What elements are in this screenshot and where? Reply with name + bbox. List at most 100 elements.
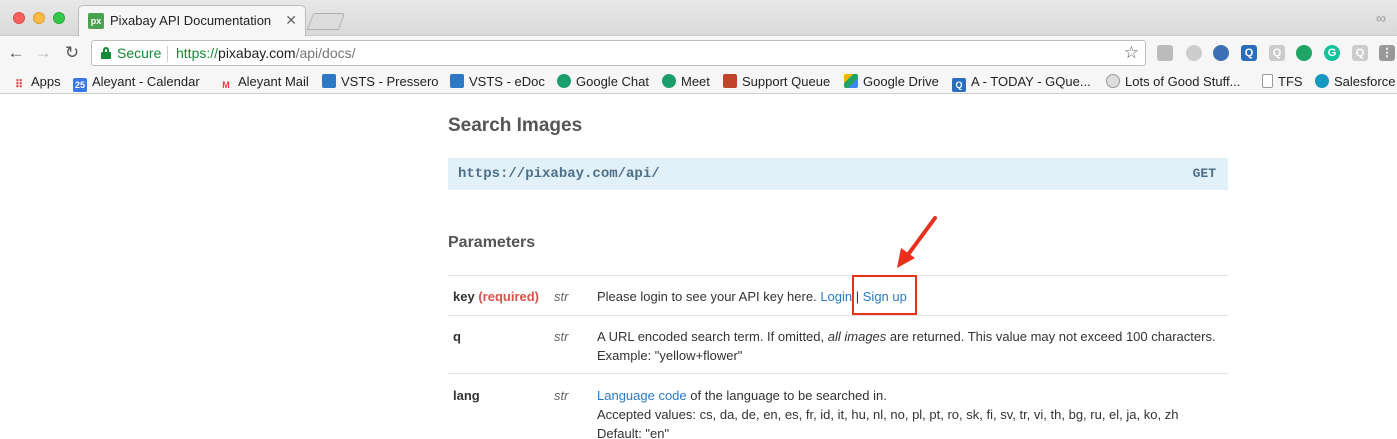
param-name: q <box>453 329 461 344</box>
lang-description: Language code of the language to be sear… <box>597 388 887 403</box>
gmail-icon: M <box>222 80 230 90</box>
tab-title: Pixabay API Documentation <box>110 13 272 28</box>
q-description: A URL encoded search term. If omitted, a… <box>597 329 1216 344</box>
param-name: lang <box>453 388 480 403</box>
q-example: Example: "yellow+flower" <box>597 348 743 363</box>
extension-q-blue-icon[interactable]: Q <box>1241 45 1257 61</box>
lock-icon <box>101 47 111 59</box>
bookmark-meet[interactable]: Meet <box>662 73 710 91</box>
bookmark-support-queue[interactable]: Support Queue <box>723 73 830 91</box>
endpoint-method: GET <box>1192 166 1216 181</box>
bookmarks-bar: ⠿ Apps 25 Aleyant - Calendar M Aleyant Mail… <box>0 70 1397 94</box>
globe-icon <box>1106 74 1120 88</box>
q-icon: Q <box>952 78 966 92</box>
param-type: str <box>554 289 569 304</box>
extension-grammarly-icon[interactable]: G <box>1324 45 1340 61</box>
bookmark-google-drive[interactable]: Google Drive <box>844 73 939 91</box>
bookmark-label: A - TODAY - GQue... <box>971 74 1091 89</box>
bookmark-label: VSTS - Pressero <box>341 74 439 89</box>
cloud-icon <box>1315 74 1329 88</box>
lang-accepted-values: Accepted values: cs, da, de, en, es, fr,… <box>597 407 1179 422</box>
browser-window: px Pixabay API Documentation ✕ ∞ ← → ↻ S… <box>0 0 1397 439</box>
tab-pixabay-docs[interactable]: px Pixabay API Documentation ✕ <box>78 5 306 37</box>
extension-mail-icon[interactable] <box>1157 45 1173 61</box>
bookmark-label: TFS <box>1278 74 1303 89</box>
apps-grid-icon: ⠿ <box>14 79 24 91</box>
param-name: key (required) <box>453 289 539 304</box>
param-row-key: key (required) str Please login to see y… <box>448 275 1228 315</box>
menu-icon[interactable]: ⋮ <box>1379 45 1395 61</box>
vsts-icon <box>450 74 464 88</box>
profile-icon[interactable]: ∞ <box>1371 8 1391 28</box>
extension-circle-icon[interactable] <box>1186 45 1202 61</box>
bookmark-label: Google Drive <box>863 74 939 89</box>
bookmark-label: Lots of Good Stuff... <box>1125 74 1241 89</box>
bookmark-star-icon[interactable]: ☆ <box>1124 43 1139 63</box>
signup-highlight-box <box>852 275 917 315</box>
bookmark-label: Aleyant Mail <box>238 74 309 89</box>
bookmark-a-today-gque[interactable]: Q A - TODAY - GQue... <box>952 73 1091 92</box>
drive-icon <box>844 74 858 88</box>
reload-icon[interactable]: ↻ <box>61 42 83 64</box>
close-window-button[interactable] <box>13 12 25 24</box>
support-icon <box>723 74 737 88</box>
param-row-q: q str A URL encoded search term. If omit… <box>448 315 1228 373</box>
url-host: pixabay.com <box>218 45 296 61</box>
meet-icon <box>662 74 676 88</box>
endpoint-url: https://pixabay.com/api/ <box>458 166 660 182</box>
bookmark-lots-of-good-stuff[interactable]: Lots of Good Stuff... <box>1106 73 1240 91</box>
page-icon <box>1262 74 1273 88</box>
parameters-heading: Parameters <box>448 234 536 251</box>
extension-chat-icon[interactable] <box>1296 45 1312 61</box>
bookmark-label: Google Chat <box>576 74 649 89</box>
bookmark-label: Apps <box>31 74 61 89</box>
endpoint-bar: https://pixabay.com/api/ GET <box>448 158 1228 190</box>
vsts-icon <box>322 74 336 88</box>
param-description: A URL encoded search term. If omitted, a… <box>597 327 1227 365</box>
bookmark-label: Salesforce <box>1334 74 1396 89</box>
maximize-window-button[interactable] <box>53 12 65 24</box>
back-arrow-icon[interactable]: ← <box>5 42 27 64</box>
param-row-lang: lang str Language code of the language t… <box>448 373 1228 439</box>
bookmark-label: VSTS - eDoc <box>469 74 545 89</box>
key-description-text: Please login to see your API key here. <box>597 289 821 304</box>
chat-icon <box>557 74 571 88</box>
pixabay-favicon-icon: px <box>88 13 104 29</box>
param-type: str <box>554 329 569 344</box>
address-bar[interactable]: Secure https://pixabay.com/api/docs/ ☆ <box>91 40 1146 66</box>
param-name-text: key <box>453 289 475 304</box>
new-tab-button[interactable] <box>306 13 346 30</box>
minimize-window-button[interactable] <box>33 12 45 24</box>
bookmark-google-chat[interactable]: Google Chat <box>557 73 649 91</box>
bookmark-label: Meet <box>681 74 710 89</box>
extension-globe-icon[interactable] <box>1213 45 1229 61</box>
extension-q-gray-2-icon[interactable]: Q <box>1352 45 1368 61</box>
bookmark-label: Support Queue <box>742 74 831 89</box>
bookmark-aleyant-mail[interactable]: M Aleyant Mail <box>219 73 309 91</box>
url-text[interactable]: https://pixabay.com/api/docs/ <box>176 45 356 61</box>
bookmark-vsts-pressero[interactable]: VSTS - Pressero <box>322 73 439 91</box>
bookmark-aleyant-calendar[interactable]: 25 Aleyant - Calendar <box>73 73 200 92</box>
annotation-arrow-icon <box>897 216 937 268</box>
bookmark-label: Aleyant - Calendar <box>92 74 200 89</box>
url-scheme: https:// <box>176 45 219 61</box>
param-description: Language code of the language to be sear… <box>597 386 1227 439</box>
tab-close-icon[interactable]: ✕ <box>285 12 297 29</box>
bookmark-salesforce[interactable]: Salesforce <box>1315 73 1395 91</box>
secure-label: Secure <box>117 45 162 61</box>
required-badge: (required) <box>478 289 539 304</box>
bookmark-apps[interactable]: ⠿ Apps <box>12 73 61 91</box>
login-link[interactable]: Login <box>820 289 852 304</box>
language-code-link[interactable]: Language code <box>597 388 687 403</box>
param-type: str <box>554 388 569 403</box>
url-divider <box>167 46 168 62</box>
title-bar: px Pixabay API Documentation ✕ ∞ <box>0 0 1397 37</box>
url-path: /api/docs/ <box>295 45 356 61</box>
browser-toolbar: ← → ↻ Secure https://pixabay.com/api/doc… <box>0 36 1397 70</box>
forward-arrow-icon[interactable]: → <box>32 42 54 64</box>
extension-q-gray-icon[interactable]: Q <box>1269 45 1285 61</box>
bookmark-tfs[interactable]: TFS <box>1262 73 1303 91</box>
lang-default: Default: "en" <box>597 426 670 439</box>
calendar-icon: 25 <box>73 78 87 92</box>
bookmark-vsts-edoc[interactable]: VSTS - eDoc <box>450 73 545 91</box>
